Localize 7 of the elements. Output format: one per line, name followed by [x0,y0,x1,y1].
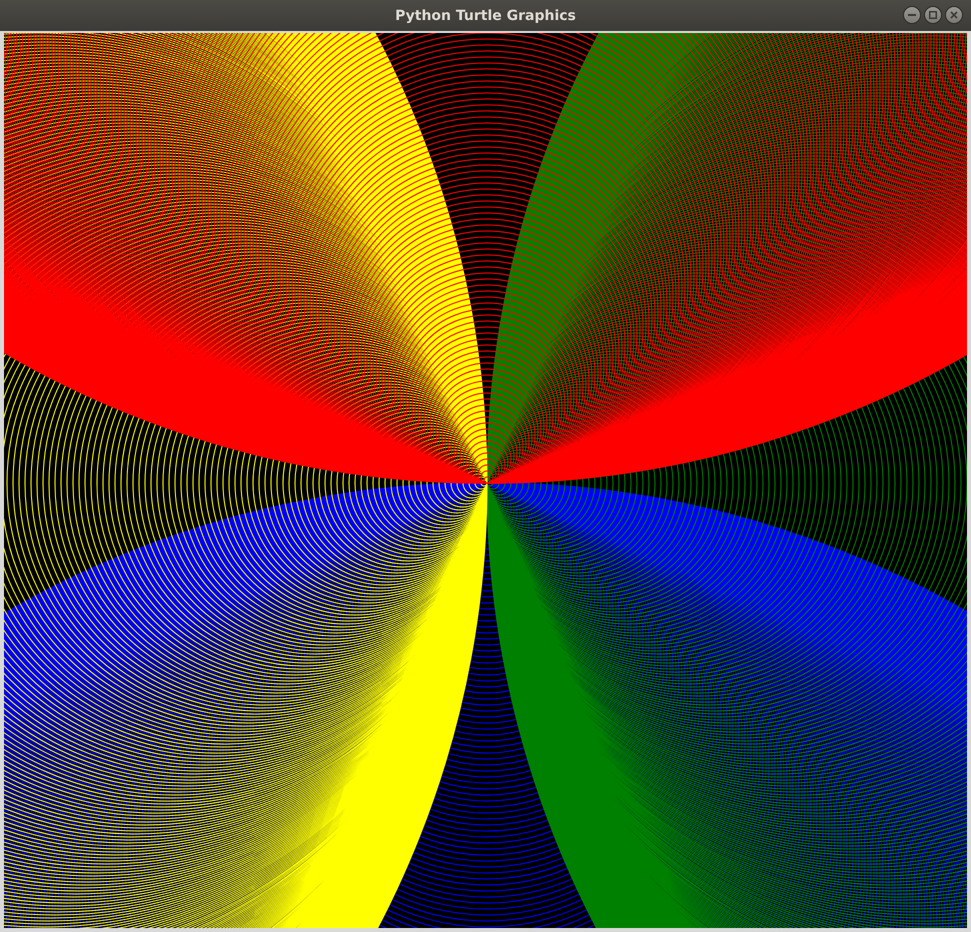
close-button[interactable] [945,6,963,24]
window-title: Python Turtle Graphics [395,8,576,24]
maximize-button[interactable] [924,6,942,24]
maximize-icon [929,11,937,19]
minimize-button[interactable] [903,6,921,24]
close-icon [950,11,958,19]
minimize-icon [908,14,916,16]
